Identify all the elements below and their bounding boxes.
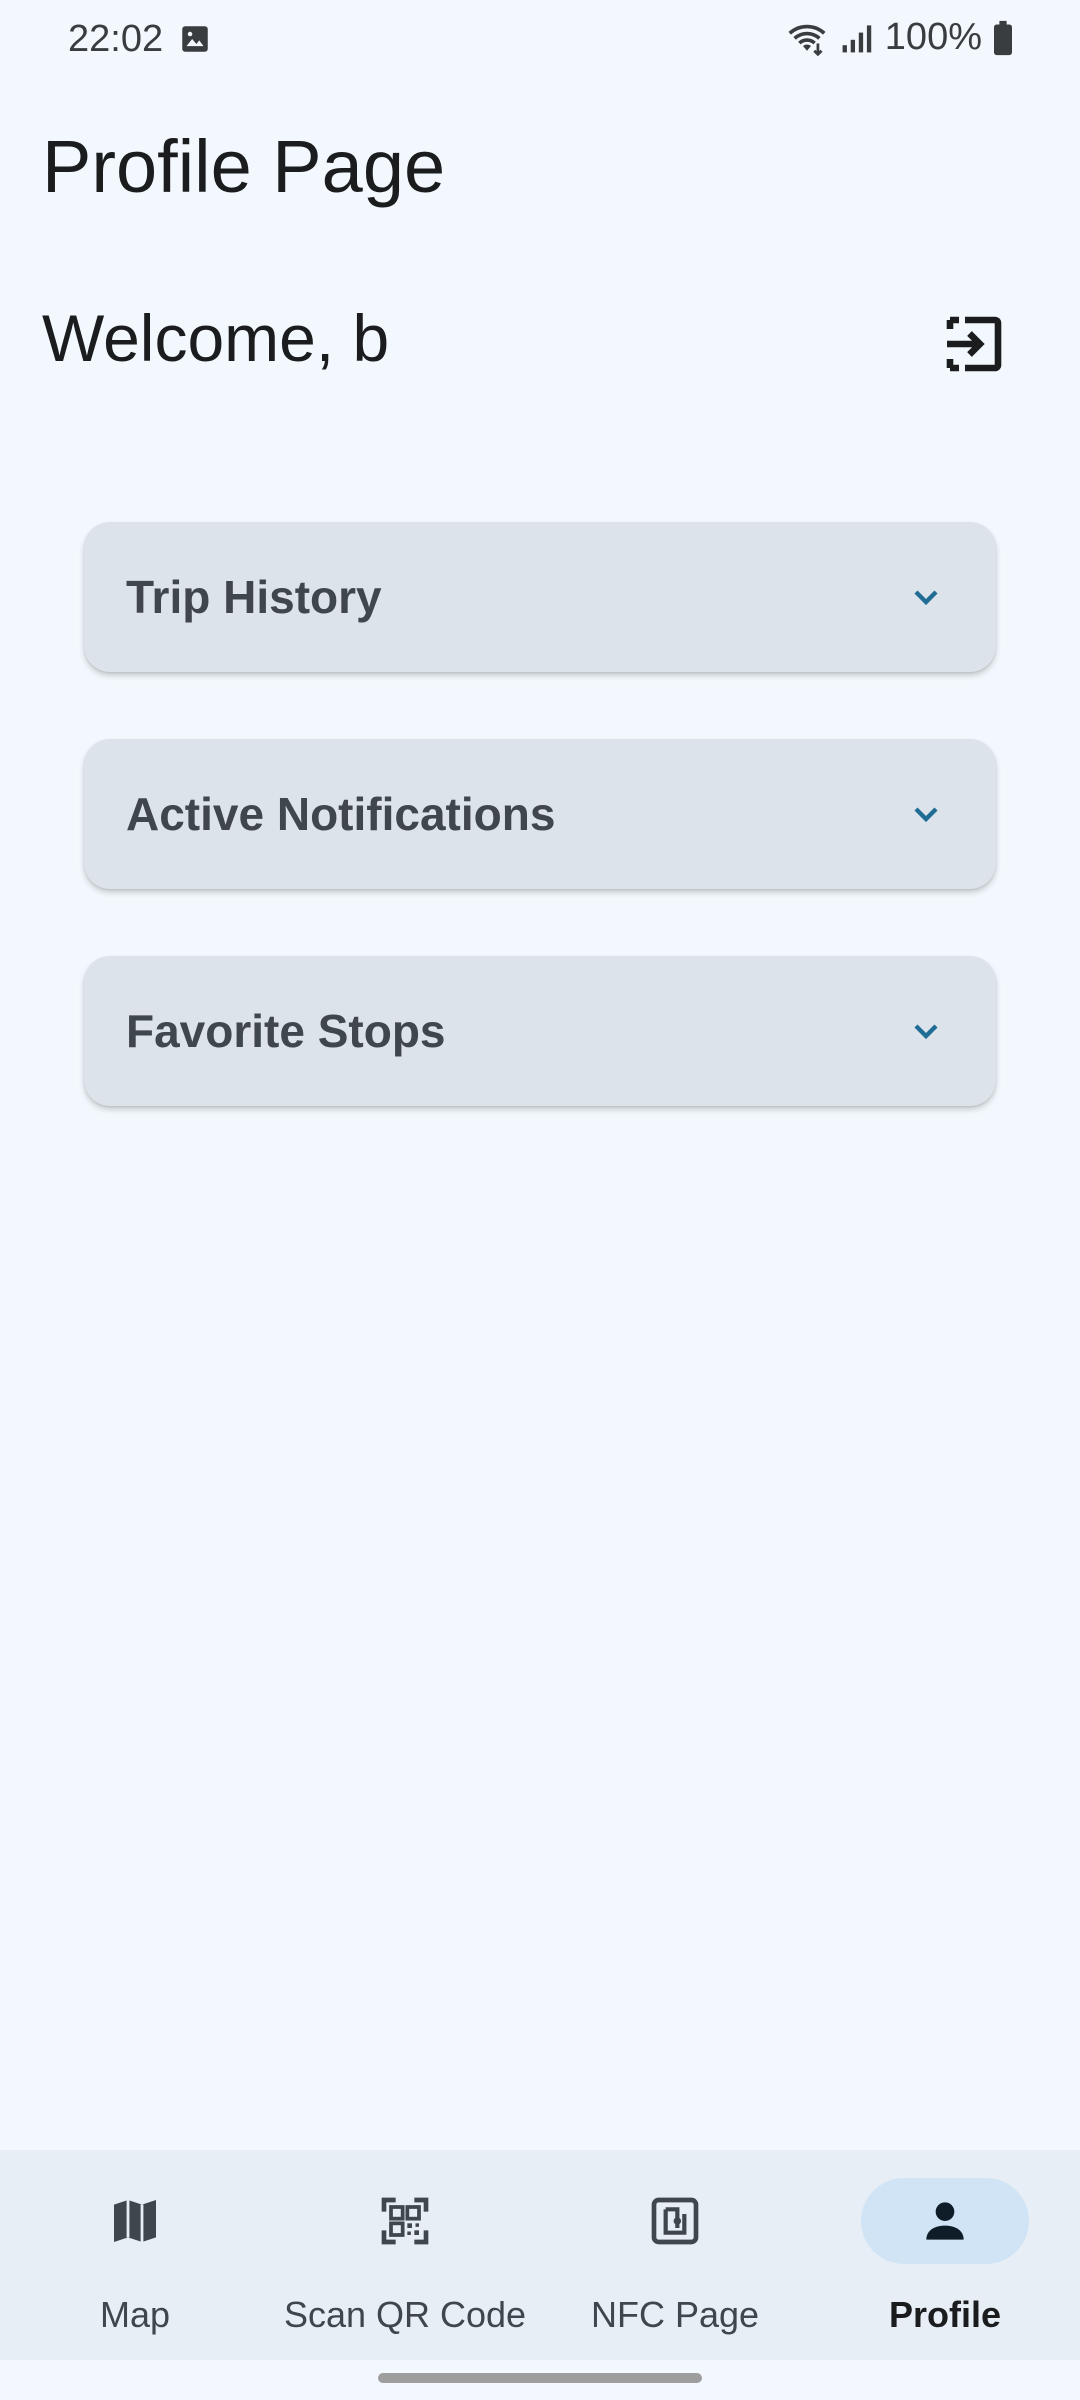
signal-icon bbox=[842, 24, 872, 52]
image-icon bbox=[182, 26, 208, 52]
nav-label: NFC Page bbox=[590, 2294, 760, 2335]
nav-item-map[interactable]: Map bbox=[0, 2150, 270, 2360]
page-title: Profile Page bbox=[42, 125, 446, 208]
welcome-text: Welcome, b bbox=[42, 301, 390, 375]
chevron-down-icon bbox=[914, 590, 938, 606]
map-icon bbox=[114, 2200, 156, 2242]
nav-item-nfc[interactable]: NFC Page bbox=[540, 2150, 810, 2360]
nav-item-scan-qr[interactable]: Scan QR Code bbox=[270, 2150, 540, 2360]
nfc-icon bbox=[651, 2197, 699, 2245]
trip-history-section[interactable]: Trip History bbox=[84, 522, 996, 672]
status-indicators: 100% bbox=[785, 16, 1014, 59]
status-bar: 22:02 100% bbox=[0, 0, 1080, 80]
nav-item-profile[interactable]: Profile bbox=[810, 2150, 1080, 2360]
person-icon bbox=[926, 2202, 964, 2240]
battery-icon bbox=[994, 20, 1012, 55]
chevron-down-icon bbox=[914, 1024, 938, 1040]
bottom-navigation: Map Scan QR Code NFC Page Profile bbox=[0, 2150, 1080, 2360]
gesture-handle[interactable] bbox=[378, 2373, 702, 2383]
nav-label: Profile bbox=[888, 2294, 1002, 2335]
battery-percent: 100% bbox=[884, 16, 982, 58]
nav-label: Map bbox=[99, 2294, 171, 2335]
section-label: Trip History bbox=[126, 571, 382, 623]
active-notifications-section[interactable]: Active Notifications bbox=[84, 739, 996, 889]
qr-code-icon bbox=[381, 2197, 429, 2245]
nav-label: Scan QR Code bbox=[283, 2294, 527, 2335]
logout-button[interactable] bbox=[930, 300, 1018, 388]
favorite-stops-section[interactable]: Favorite Stops bbox=[84, 956, 996, 1106]
section-label: Active Notifications bbox=[126, 788, 556, 840]
chevron-down-icon bbox=[914, 807, 938, 823]
section-label: Favorite Stops bbox=[126, 1005, 446, 1057]
logout-icon bbox=[946, 316, 1002, 372]
wifi-icon bbox=[788, 24, 826, 56]
status-time: 22:02 bbox=[68, 18, 164, 60]
